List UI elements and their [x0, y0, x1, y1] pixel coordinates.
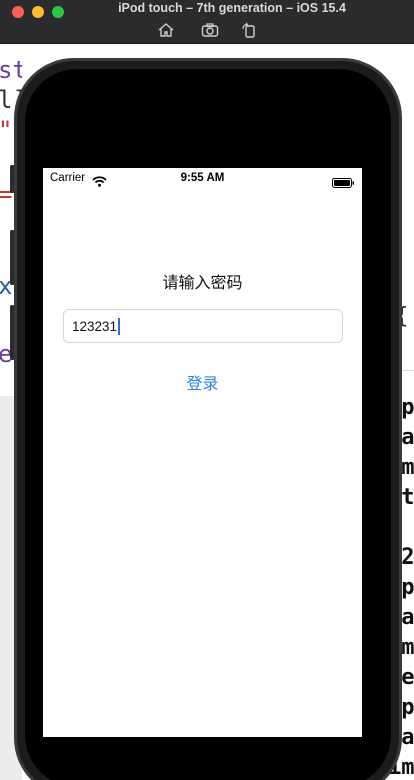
code-fragment: strl — [0, 56, 22, 84]
status-time: 9:55 AM — [180, 172, 225, 184]
text-cursor — [118, 317, 120, 335]
code-fragment: " — [0, 116, 12, 144]
simulator-title-bar: iPod touch – 7th generation – iOS 15.4 — [0, 0, 414, 44]
window-title: iPod touch – 7th generation – iOS 15.4 — [118, 1, 346, 15]
home-icon[interactable] — [157, 22, 175, 38]
code-fragment: r — [0, 44, 12, 50]
login-button[interactable]: 登录 — [43, 370, 362, 394]
password-field[interactable]: 123231 — [63, 309, 343, 343]
rotate-icon[interactable] — [240, 22, 258, 38]
password-value: 123231 — [72, 318, 118, 334]
status-bar: Carrier 9:55 AM — [43, 168, 362, 190]
password-prompt: 请输入密码 — [162, 273, 243, 292]
device-screen: Carrier 9:55 AM 请输入密码 123231 登录 — [43, 168, 362, 737]
camera-icon[interactable] — [201, 22, 219, 38]
battery-icon — [332, 173, 355, 188]
desktop: r strl l] " = x e ){ pp la im ut e 02 pp… — [0, 0, 414, 780]
